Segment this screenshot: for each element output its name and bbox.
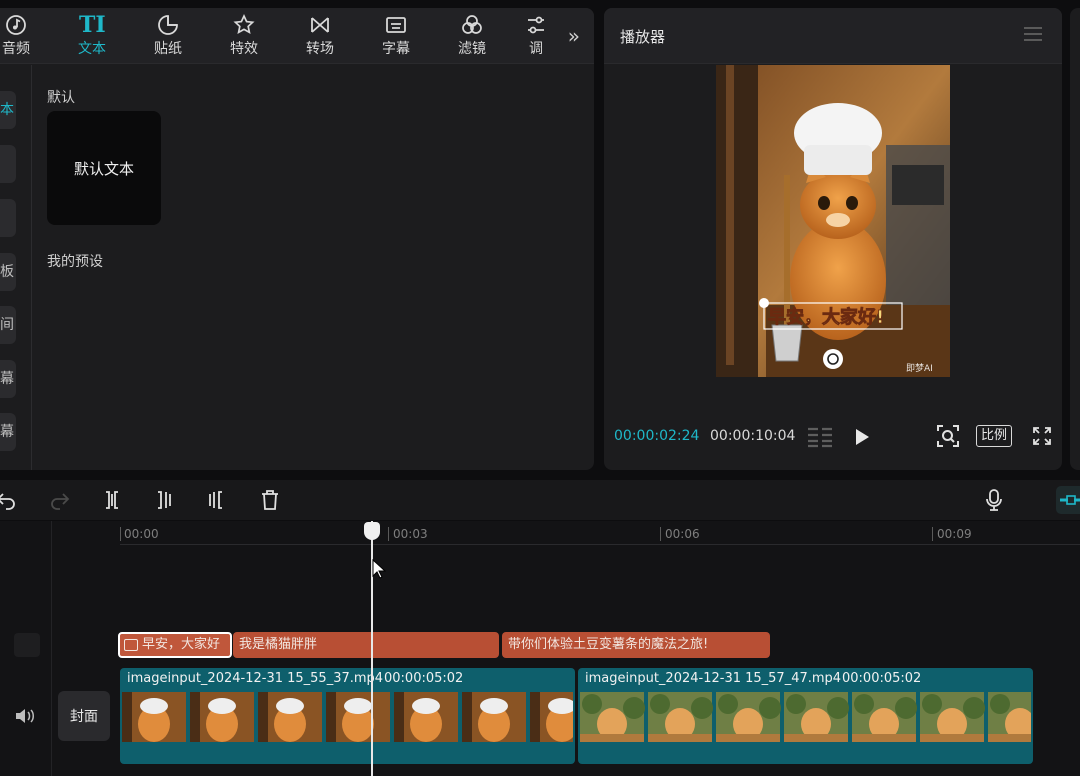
sidebar-item-3[interactable] (0, 199, 16, 237)
video-preview[interactable]: 早安，大家好! 即梦AI (716, 65, 950, 377)
tab-effects[interactable]: 特效 (214, 8, 274, 64)
tab-audio-label: 音频 (2, 41, 30, 57)
video-thumbnails (122, 692, 573, 742)
microphone-icon[interactable] (982, 488, 1006, 512)
tab-filter-label: 滤镜 (458, 41, 486, 57)
filter-icon (462, 15, 482, 34)
effects-star-icon (233, 13, 255, 35)
sticker-icon (158, 15, 178, 35)
timeline-toolbar (0, 480, 1080, 520)
zoom-fit-icon[interactable] (936, 424, 960, 448)
text-category-sidebar: 本 板 间 幕 幕 (0, 65, 32, 470)
text-clip[interactable]: 我是橘猫胖胖 (233, 632, 499, 658)
text-track-lock[interactable] (14, 633, 40, 657)
sidebar-item-time[interactable]: 间 (0, 306, 16, 344)
text-clip-label: 早安，大家好 (142, 637, 221, 652)
redo-icon (51, 493, 70, 510)
ruler-tick (388, 527, 389, 541)
tab-audio[interactable]: 音频 (0, 8, 46, 64)
tab-subtitle[interactable]: 字幕 (366, 8, 426, 64)
subtitle-icon (386, 17, 406, 33)
tab-subtitle-label: 字幕 (382, 41, 410, 57)
timeline: 00:00 00:03 00:06 00:09 早安，大家好 我是橘猫胖胖 带你… (0, 521, 1080, 776)
thumbnail-strip (122, 692, 573, 742)
video-thumbnails (580, 692, 1031, 742)
thumbnail-strip (580, 692, 1031, 742)
default-section-label: 默认 (47, 90, 75, 106)
default-text-card[interactable]: 默认文本 (47, 111, 161, 225)
auto-snap-toggle[interactable] (1056, 486, 1080, 514)
split-icon[interactable] (100, 488, 124, 512)
tab-sticker-label: 贴纸 (154, 41, 182, 57)
ruler-tick (660, 527, 661, 541)
subtitle-overlay-text: 早安，大家好! (768, 306, 884, 328)
preview-image: 早安，大家好! 即梦AI (716, 65, 950, 377)
tab-adjust[interactable]: 调 (514, 8, 558, 64)
tabs-more-icon[interactable]: » (568, 24, 580, 48)
ruler-tick (932, 527, 933, 541)
sidebar-item-template[interactable]: 板 (0, 253, 16, 291)
trim-left-icon[interactable] (152, 488, 176, 512)
tab-effects-label: 特效 (230, 41, 258, 57)
right-panel-edge (1070, 8, 1080, 470)
trim-right-icon[interactable] (204, 488, 228, 512)
tab-transition-label: 转场 (306, 41, 334, 57)
delete-icon[interactable] (258, 488, 282, 512)
undo-icon[interactable] (0, 488, 18, 512)
tab-filter[interactable]: 滤镜 (442, 8, 502, 64)
materials-panel: 音频 TI 文本 贴纸 特效 转场 字幕 滤镜 调 » 本 板 间 幕 幕 默认… (0, 8, 594, 470)
player-header: 播放器 (604, 8, 1062, 64)
play-icon[interactable] (854, 428, 870, 446)
video-clip-duration: 00:00:05:02 (384, 671, 464, 686)
aspect-ratio-button[interactable]: 比例 (976, 425, 1012, 447)
sidebar-item-2[interactable] (0, 145, 16, 183)
time-ruler[interactable]: 00:00 00:03 00:06 00:09 (120, 521, 1080, 545)
ruler-label: 00:09 (937, 527, 972, 541)
ruler-label: 00:06 (665, 527, 700, 541)
total-time: 00:00:10:04 (710, 428, 796, 444)
video-clip-name: imageinput_2024-12-31 15_55_37.mp4 (127, 671, 384, 686)
category-tabs: 音频 TI 文本 贴纸 特效 转场 字幕 滤镜 调 » (0, 8, 594, 64)
video-clip[interactable]: imageinput_2024-12-31 15_55_37.mp4 00:00… (120, 668, 575, 764)
my-presets-label: 我的预设 (47, 254, 103, 270)
transition-icon (311, 17, 329, 33)
watermark-text: 即梦AI (906, 363, 933, 374)
fullscreen-icon[interactable] (1032, 426, 1052, 446)
volume-icon[interactable] (14, 707, 36, 725)
ruler-tick (120, 527, 121, 541)
ruler-label: 00:00 (124, 527, 159, 541)
track-headers (0, 521, 52, 776)
video-clip-duration: 00:00:05:02 (842, 671, 922, 686)
player-title: 播放器 (620, 28, 666, 46)
text-clip-selected[interactable]: 早安，大家好 (118, 632, 232, 658)
text-icon: TI (79, 12, 106, 38)
sidebar-item-text[interactable]: 本 (0, 91, 16, 129)
player-panel: 播放器 早安，大家好! 即梦AI 00:00:02:24 00:00:10:04… (604, 8, 1062, 470)
text-clip[interactable]: 带你们体验土豆变薯条的魔法之旅! (502, 632, 770, 658)
text-clip-icon (124, 638, 138, 651)
ruler-label: 00:03 (393, 527, 428, 541)
video-clip-name: imageinput_2024-12-31 15_57_47.mp4 (585, 671, 842, 686)
text-content-area: 默认 默认文本 我的预设 (33, 65, 593, 470)
current-time: 00:00:02:24 (614, 428, 700, 444)
sidebar-item-subtitle[interactable]: 幕 (0, 360, 16, 398)
video-clip[interactable]: imageinput_2024-12-31 15_57_47.mp4 00:00… (578, 668, 1033, 764)
adjust-icon (528, 16, 544, 34)
grid-view-icon[interactable] (806, 426, 834, 448)
music-note-icon (6, 15, 26, 35)
mouse-cursor-icon (372, 559, 386, 579)
menu-icon[interactable] (1024, 26, 1042, 42)
tab-transition[interactable]: 转场 (290, 8, 350, 64)
playhead-handle[interactable] (364, 522, 380, 540)
tab-adjust-label: 调 (529, 41, 543, 57)
sidebar-item-subtitle-2[interactable]: 幕 (0, 413, 16, 451)
cover-button[interactable]: 封面 (58, 691, 110, 741)
tab-text[interactable]: TI 文本 (62, 8, 122, 64)
snap-icon (1060, 495, 1080, 505)
tab-text-label: 文本 (78, 41, 106, 57)
tab-sticker[interactable]: 贴纸 (138, 8, 198, 64)
